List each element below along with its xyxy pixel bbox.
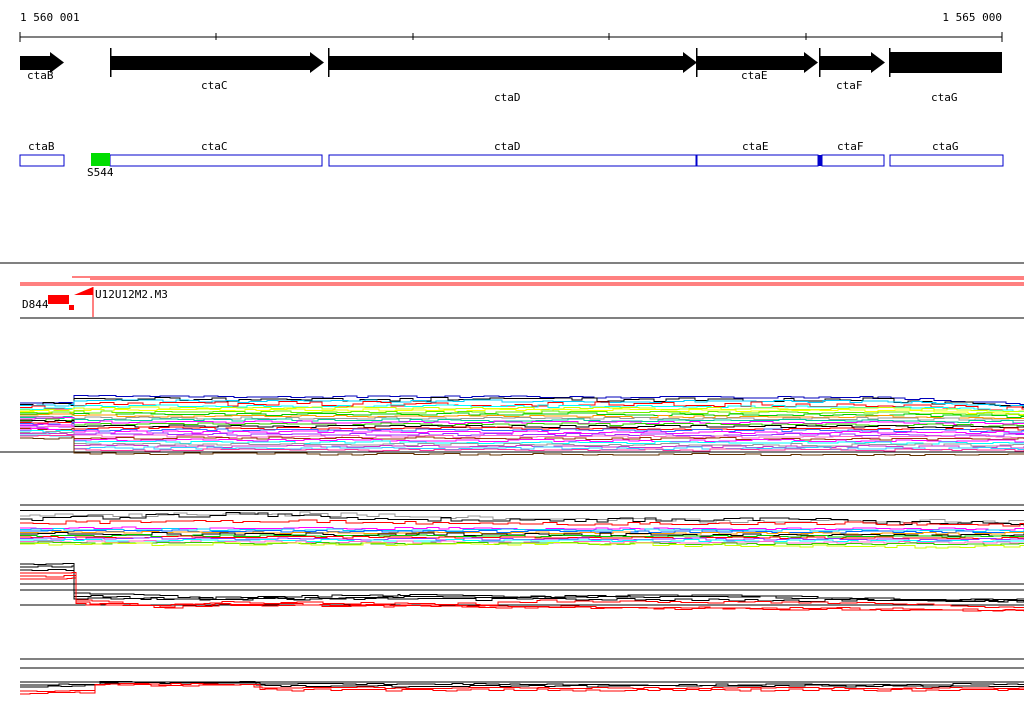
gene-box-ctaB[interactable] xyxy=(19,154,65,167)
gene-arrow-ctaD[interactable] xyxy=(329,52,697,73)
gene-arrow-label-ctaD: ctaD xyxy=(494,91,521,104)
gene-arrow-label-ctaG: ctaG xyxy=(931,91,958,104)
box-divider xyxy=(818,155,822,166)
gene-box-ctaD[interactable] xyxy=(328,154,697,167)
gene-arrow-label-ctaB: ctaB xyxy=(27,69,54,82)
gene-box-label-ctaG: ctaG xyxy=(932,140,959,153)
genome-browser-canvas xyxy=(0,32,1024,695)
feature-square xyxy=(69,305,74,310)
gene-arrow-ctaG[interactable] xyxy=(890,52,1002,73)
feature-wedge xyxy=(74,287,93,295)
expression-band-2-series-2 xyxy=(20,519,1024,527)
coordinate-start-label: 1 560 001 xyxy=(20,11,80,24)
expression-band-1-series-0 xyxy=(20,395,1024,406)
probe-box-s544[interactable] xyxy=(91,153,110,166)
gene-box-label-ctaF: ctaF xyxy=(837,140,864,153)
gene-box-label-ctaD: ctaD xyxy=(494,140,521,153)
gene-arrow-ctaC[interactable] xyxy=(111,52,324,73)
expression-band-3-series-0 xyxy=(20,562,1024,601)
gene-box-ctaF[interactable] xyxy=(821,154,885,167)
gene-arrow-label-ctaF: ctaF xyxy=(836,79,863,92)
feature-label-u12: U12U12M2.M3 xyxy=(95,288,168,301)
gene-box-label-ctaE: ctaE xyxy=(742,140,769,153)
expression-band-2-series-0 xyxy=(20,511,1024,524)
gene-box-ctaG[interactable] xyxy=(889,154,1004,167)
gene-arrow-label-ctaE: ctaE xyxy=(741,69,768,82)
gene-box-ctaE[interactable] xyxy=(696,154,819,167)
gene-arrow-label-ctaC: ctaC xyxy=(201,79,228,92)
coordinate-end-label: 1 565 000 xyxy=(942,11,1002,24)
gene-box-ctaC[interactable] xyxy=(109,154,323,167)
feature-bar-d844[interactable] xyxy=(48,295,69,304)
gene-box-label-ctaC: ctaC xyxy=(201,140,228,153)
feature-label-d844: D844 xyxy=(22,298,49,311)
genome-browser-view: 1 560 001 1 565 000 S544 D844 U12U12M2.M… xyxy=(0,0,1024,714)
gene-box-label-ctaB: ctaB xyxy=(28,140,55,153)
gene-arrow-ctaF[interactable] xyxy=(820,52,885,73)
probe-label-s544: S544 xyxy=(87,166,114,179)
